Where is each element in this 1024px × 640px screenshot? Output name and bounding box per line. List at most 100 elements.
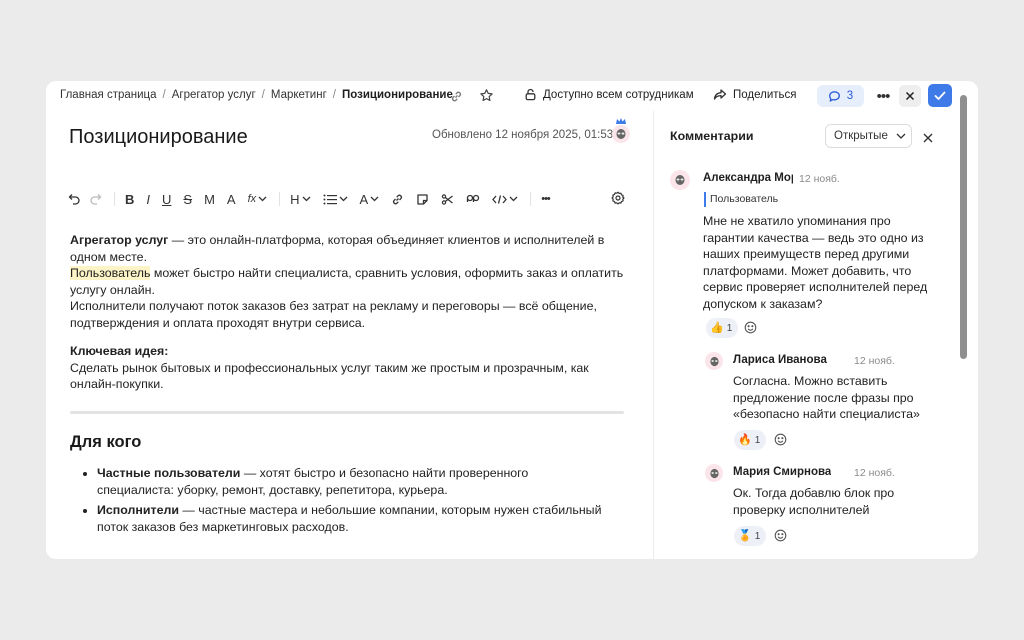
comments-panel-title: Комментарии	[670, 129, 754, 143]
comment-icon	[828, 90, 840, 102]
strikethrough-button[interactable]: S	[183, 189, 192, 209]
chevron-down-icon[interactable]	[258, 189, 267, 209]
avatar[interactable]	[705, 352, 723, 370]
underline-button[interactable]: U	[162, 189, 171, 209]
pane-divider	[653, 111, 654, 559]
monospace-button[interactable]: M	[204, 189, 215, 209]
reaction-badge[interactable]: 🏅 1	[734, 526, 767, 546]
editor-toolbar: B I U S M A fx H A •••	[68, 189, 558, 209]
quote-icon[interactable]	[466, 189, 480, 209]
page-title: Позиционирование	[69, 126, 248, 148]
close-icon	[905, 91, 915, 101]
section-divider	[70, 411, 624, 414]
commented-highlight[interactable]: Пользователь	[70, 266, 151, 280]
sticker-icon[interactable]	[416, 189, 429, 209]
list-icon[interactable]	[323, 189, 337, 209]
user-text: может быстро найти специалиста, сравнить…	[70, 266, 624, 297]
avatar[interactable]	[670, 170, 690, 190]
comments-count: 3	[846, 90, 854, 102]
list-item: Частные пользователи — хотят быстро и бе…	[76, 465, 606, 498]
redo-icon[interactable]	[89, 189, 102, 209]
more-tools-button[interactable]: •••	[541, 189, 551, 209]
comment-text: Ок. Тогда добавлю блок про проверку испо…	[733, 486, 895, 517]
breadcrumb-home[interactable]: Главная страница	[60, 89, 157, 101]
paragraph-user: Пользователь может быстро найти специали…	[70, 265, 630, 298]
thumbs-up-icon: 👍	[710, 321, 724, 334]
copy-link-icon[interactable]	[450, 90, 463, 108]
comment-author: Лариса Иванова	[733, 354, 827, 366]
comment-author: Мария Смирнова	[733, 466, 832, 478]
comment-date: 12 нояб.	[799, 173, 840, 185]
scrollbar-thumb[interactable]	[960, 95, 967, 359]
reaction-count: 1	[754, 530, 761, 542]
comment-text: Мне не хватило упоминания про гарантии к…	[703, 214, 928, 311]
share-icon	[713, 89, 727, 100]
fire-icon: 🔥	[738, 433, 752, 446]
chevron-down-icon[interactable]	[302, 189, 311, 209]
gear-icon[interactable]	[611, 191, 625, 210]
share-label: Поделиться	[733, 88, 797, 101]
chevron-down-icon[interactable]	[339, 189, 348, 209]
breadcrumb-current: Позиционирование	[341, 89, 453, 101]
scissors-icon[interactable]	[441, 189, 454, 209]
avatar[interactable]	[612, 118, 630, 143]
paragraph-executors: Исполнители получают поток заказов без з…	[70, 299, 597, 330]
comment-author: Александра Мор	[703, 172, 793, 184]
reaction-count: 1	[754, 434, 761, 446]
reaction-badge[interactable]: 👍 1	[706, 318, 739, 338]
add-reaction-icon[interactable]	[744, 321, 757, 339]
access-button[interactable]: Доступно всем сотрудникам	[524, 88, 694, 101]
document-body[interactable]: Агрегатор услуг — это онлайн-платформа, …	[70, 232, 630, 393]
chevron-down-icon[interactable]	[370, 189, 379, 209]
list-item: Исполнители — частные мастера и небольши…	[76, 502, 606, 535]
text-color-button[interactable]: A	[360, 189, 369, 209]
comment-quote[interactable]: Пользователь	[704, 192, 778, 207]
comment-date: 12 нояб.	[854, 355, 895, 367]
checkmark-icon	[934, 91, 946, 100]
link-icon[interactable]	[391, 189, 404, 209]
lock-icon	[525, 88, 536, 101]
breadcrumb-aggregator[interactable]: Агрегатор услуг	[172, 89, 256, 101]
access-label: Доступно всем сотрудникам	[543, 88, 694, 101]
top-bar: Главная страница / Агрегатор услуг / Мар…	[46, 81, 978, 111]
more-menu-button[interactable]: •••	[872, 85, 894, 107]
italic-button[interactable]: I	[146, 189, 150, 209]
share-button[interactable]: Поделиться	[713, 88, 797, 101]
close-comments-icon[interactable]	[923, 130, 933, 148]
aggregator-term: Агрегатор услуг	[70, 233, 169, 247]
reaction-count: 1	[726, 322, 733, 334]
text-size-button[interactable]: A	[227, 189, 236, 209]
section-heading: Для кого	[70, 433, 142, 451]
comments-toggle-button[interactable]: 3	[817, 85, 864, 107]
crown-icon	[616, 118, 626, 124]
close-button[interactable]	[899, 85, 921, 107]
document-window: Главная страница / Агрегатор услуг / Мар…	[46, 81, 978, 559]
done-button[interactable]	[928, 84, 952, 107]
formula-button[interactable]: fx	[248, 189, 257, 209]
breadcrumb-marketing[interactable]: Маркетинг	[271, 89, 327, 101]
undo-icon[interactable]	[68, 189, 81, 209]
breadcrumb-separator: /	[162, 89, 166, 101]
alien-avatar-icon	[675, 175, 685, 185]
key-idea-text: Сделать рынок бытовых и профессиональных…	[70, 360, 589, 392]
chevron-down-icon	[896, 133, 906, 139]
audience-list: Частные пользователи — хотят быстро и бе…	[76, 465, 606, 539]
bold-button[interactable]: B	[125, 189, 134, 209]
favorite-star-icon[interactable]	[479, 88, 494, 108]
avatar[interactable]	[705, 464, 723, 482]
add-reaction-icon[interactable]	[774, 529, 787, 547]
chevron-down-icon[interactable]	[509, 189, 518, 209]
toolbar-divider	[114, 192, 115, 206]
key-idea-label: Ключевая идея:	[70, 344, 169, 358]
reaction-badge[interactable]: 🔥 1	[734, 430, 767, 450]
alien-avatar-icon	[709, 356, 719, 366]
breadcrumb: Главная страница / Агрегатор услуг / Мар…	[60, 89, 453, 101]
heading-button[interactable]: H	[290, 189, 299, 209]
alien-avatar-icon	[709, 468, 719, 478]
add-reaction-icon[interactable]	[774, 433, 787, 451]
comments-filter-select[interactable]: Открытые	[825, 124, 912, 148]
breadcrumb-separator: /	[332, 89, 336, 101]
code-icon[interactable]	[492, 189, 508, 209]
comment-date: 12 нояб.	[854, 467, 895, 479]
breadcrumb-separator: /	[261, 89, 265, 101]
